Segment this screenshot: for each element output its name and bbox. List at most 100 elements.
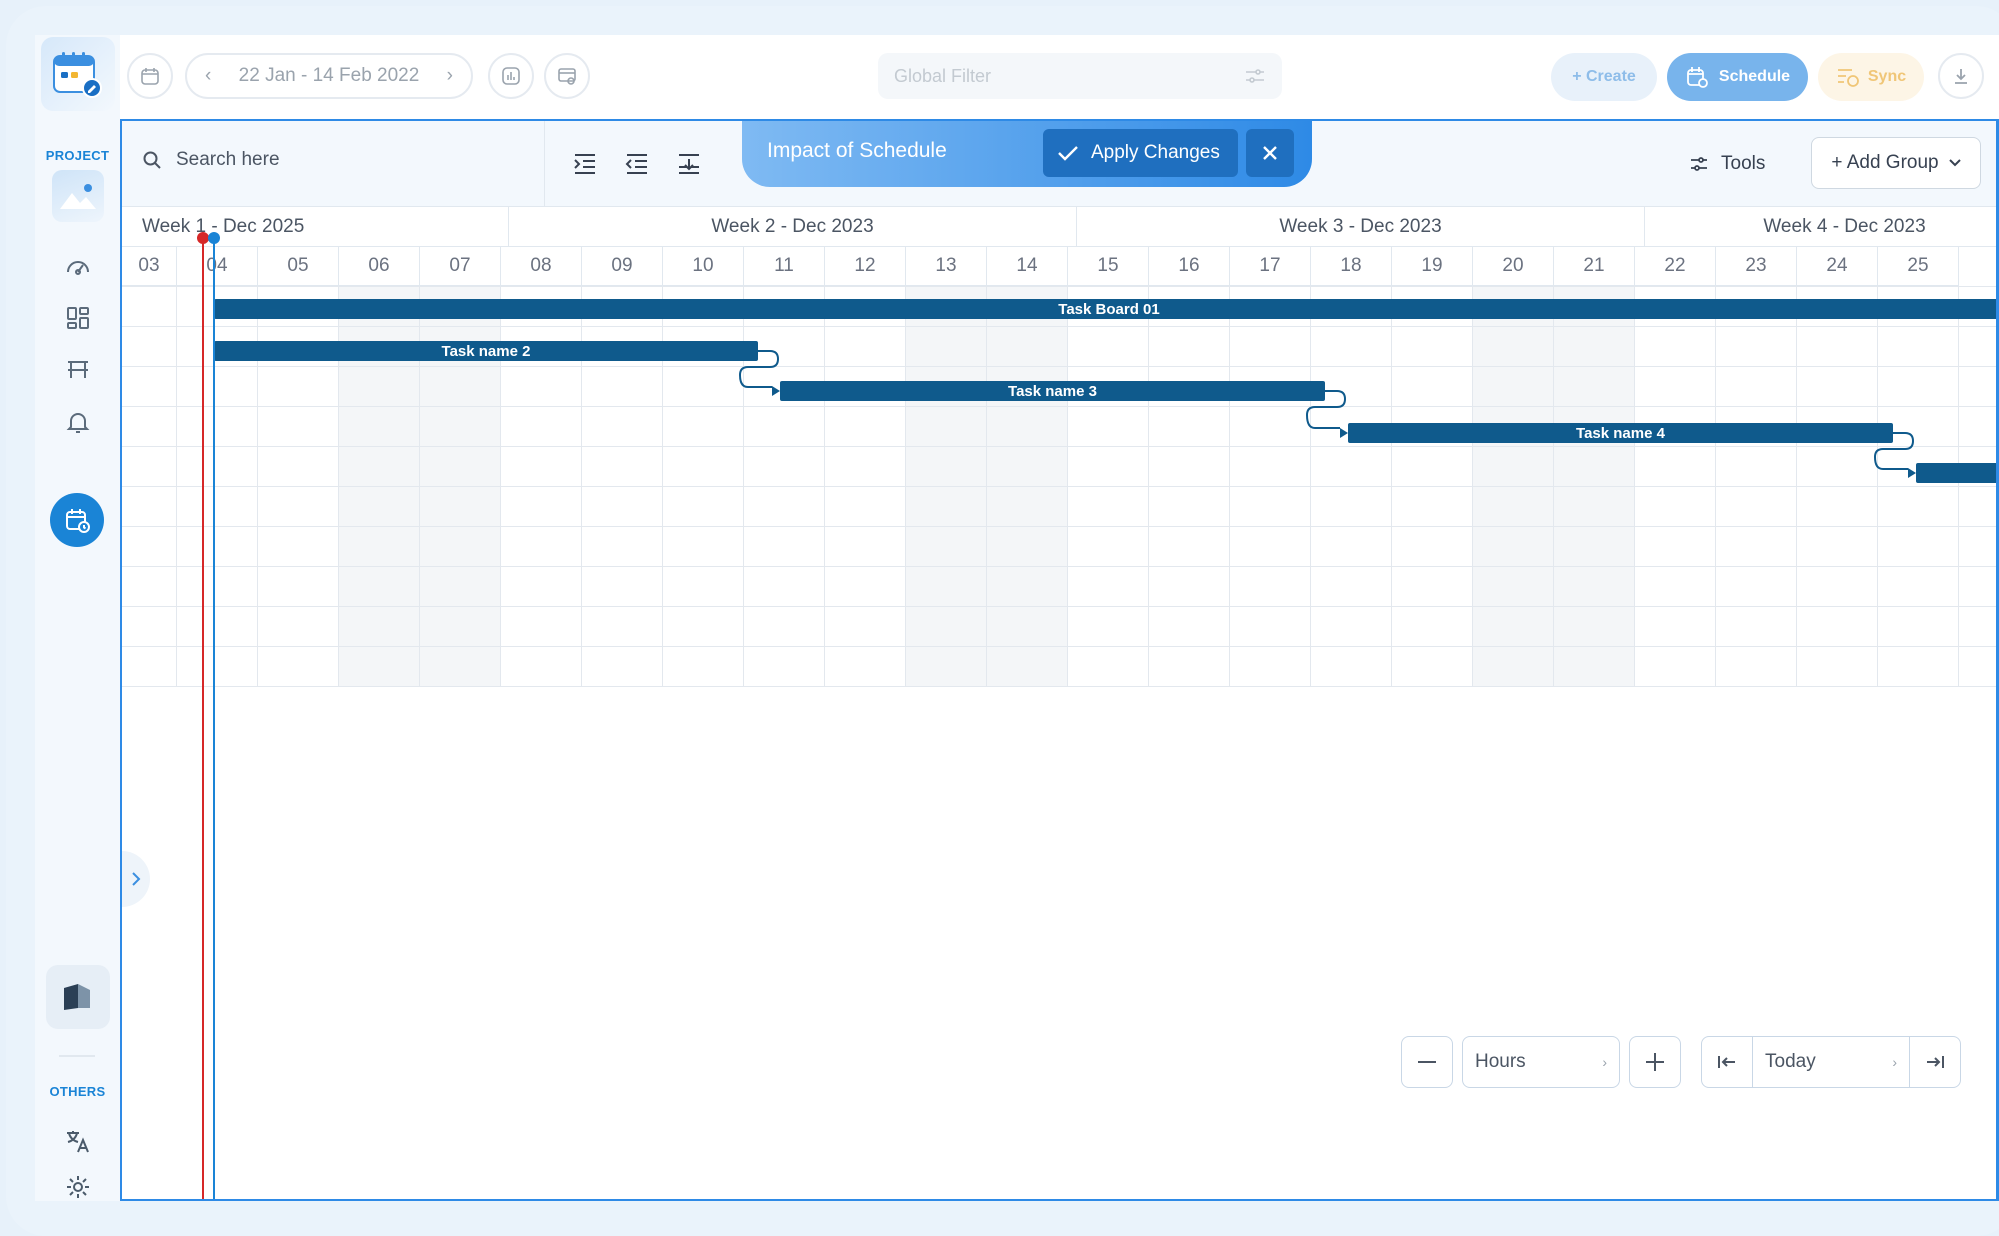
task-board-bar[interactable]: Task Board 01: [214, 299, 1996, 319]
day-header: 03: [122, 247, 177, 286]
expand-panel-button[interactable]: [122, 851, 150, 907]
task-bar[interactable]: Task name 3: [780, 381, 1325, 401]
grid-row-line: [122, 366, 1996, 367]
week-header: Week 4 - Dec 2023: [1645, 207, 1996, 247]
task-bar[interactable]: [1916, 463, 1996, 483]
today-line-red: [202, 236, 204, 1199]
day-header: 11: [744, 247, 825, 286]
day-header: 05: [258, 247, 339, 286]
search-icon: [143, 151, 161, 169]
app-logo[interactable]: [41, 37, 115, 111]
apply-changes-button[interactable]: Apply Changes: [1043, 129, 1238, 177]
global-filter-input[interactable]: Global Filter: [878, 53, 1282, 99]
chevron-left-icon[interactable]: ‹: [205, 65, 211, 87]
filter-sliders-icon[interactable]: [1244, 67, 1266, 85]
sidebar-divider: [59, 1055, 95, 1057]
outdent-icon[interactable]: [622, 149, 652, 179]
board-toolbar: Search here + A Impact of Schedule Apply…: [122, 121, 1996, 207]
day-header: 19: [1392, 247, 1473, 286]
day-header: 04: [177, 247, 258, 286]
chevron-right-icon[interactable]: ›: [447, 65, 453, 87]
today-marker-blue[interactable]: [208, 232, 220, 244]
sliders-icon: [1691, 157, 1707, 171]
translate-icon[interactable]: [57, 1120, 99, 1162]
go-last-button[interactable]: [1909, 1036, 1961, 1088]
day-header: 07: [420, 247, 501, 286]
create-button[interactable]: + Create: [1551, 53, 1657, 101]
chevron-right-icon: [132, 872, 141, 886]
calendar-edit-icon: [53, 52, 102, 98]
indent-icon[interactable]: [570, 149, 600, 179]
table-icon[interactable]: [57, 349, 99, 391]
gantt-timeline: Week 1 - Dec 2025 Week 2 - Dec 2023 Week 3…: [122, 207, 1996, 687]
project-thumbnail[interactable]: [52, 170, 104, 222]
chevron-down-icon: [1948, 159, 1961, 167]
add-group-label: + Add Group: [1831, 152, 1939, 173]
others-section-label: OTHERS: [49, 1084, 106, 1099]
add-group-button[interactable]: + Add Group: [1811, 137, 1981, 189]
bar-chart-icon: [502, 67, 520, 85]
settings-panel-button[interactable]: [544, 53, 590, 99]
project-section-label: PROJECT: [45, 148, 110, 163]
day-header: 23: [1716, 247, 1797, 286]
sync-label: Sync: [1867, 68, 1907, 85]
close-banner-button[interactable]: [1246, 129, 1294, 177]
calendar-schedule-icon[interactable]: [50, 493, 104, 547]
today-select[interactable]: Today ›: [1752, 1036, 1910, 1088]
calendar-button[interactable]: [127, 53, 173, 99]
tools-button[interactable]: Tools: [1689, 153, 1765, 175]
task-bar-label: Task name 2: [441, 342, 531, 360]
close-icon: [1263, 146, 1277, 160]
grid-layout-icon[interactable]: [57, 297, 99, 339]
bell-icon[interactable]: [57, 401, 99, 443]
download-button[interactable]: [1938, 53, 1984, 99]
grid-row-line: [122, 526, 1996, 527]
impact-of-schedule-banner: Impact of Schedule Apply Changes: [742, 121, 1312, 187]
schedule-label: Schedule: [1718, 68, 1791, 85]
zoom-out-button[interactable]: [1401, 1036, 1453, 1088]
toolbar-divider: [544, 121, 545, 207]
grid-row-line: [122, 286, 1996, 287]
day-header: 15: [1068, 247, 1149, 286]
chart-button[interactable]: [488, 53, 534, 99]
task-bar[interactable]: Task name 4: [1348, 423, 1893, 443]
sidebar: PROJECT OTHERS: [35, 35, 120, 1201]
insert-row-icon[interactable]: [674, 149, 704, 179]
day-header: 12: [825, 247, 906, 286]
skip-to-start-icon: [1718, 1056, 1735, 1068]
week-header: Week 1 - Dec 2025: [122, 207, 509, 247]
zoom-unit-label: Hours: [1475, 1051, 1526, 1072]
task-bar[interactable]: Task name 2: [214, 341, 758, 361]
task-bar-label: Task Board 01: [1058, 300, 1160, 318]
day-header: 20: [1473, 247, 1554, 286]
schedule-button[interactable]: Schedule: [1667, 53, 1808, 101]
book-icon[interactable]: [46, 965, 110, 1029]
grid-row-line: [122, 606, 1996, 607]
week-header: Week 2 - Dec 2023: [509, 207, 1077, 247]
app-window: PROJECT OTHERS ‹ 22 Jan - 14 Feb 2022 › …: [35, 35, 1999, 1201]
chevron-right-icon: ›: [1892, 1054, 1897, 1070]
grid-row-line: [122, 566, 1996, 567]
day-header: 18: [1311, 247, 1392, 286]
today-line-blue: [213, 236, 215, 1199]
day-header: 25: [1878, 247, 1959, 286]
today-label: Today: [1765, 1051, 1816, 1072]
go-first-button[interactable]: [1701, 1036, 1753, 1088]
plus-icon: [1646, 1053, 1664, 1071]
zoom-in-button[interactable]: [1629, 1036, 1681, 1088]
image-icon: [60, 184, 96, 209]
sync-button[interactable]: Sync: [1818, 53, 1924, 101]
grid-row-line: [122, 446, 1996, 447]
dashboard-gauge-icon[interactable]: [57, 245, 99, 287]
zoom-unit-select[interactable]: Hours ›: [1462, 1036, 1620, 1088]
check-icon: [1058, 146, 1078, 161]
chevron-right-icon: ›: [1602, 1054, 1607, 1070]
day-header: 13: [906, 247, 987, 286]
day-header: 09: [582, 247, 663, 286]
date-range-picker[interactable]: ‹ 22 Jan - 14 Feb 2022 ›: [185, 53, 473, 99]
gear-icon[interactable]: [57, 1166, 99, 1201]
day-header: 06: [339, 247, 420, 286]
top-bar: ‹ 22 Jan - 14 Feb 2022 › Global Filter +…: [120, 35, 1999, 119]
search-field[interactable]: Search here: [142, 149, 280, 171]
calendar-icon: [141, 68, 159, 85]
